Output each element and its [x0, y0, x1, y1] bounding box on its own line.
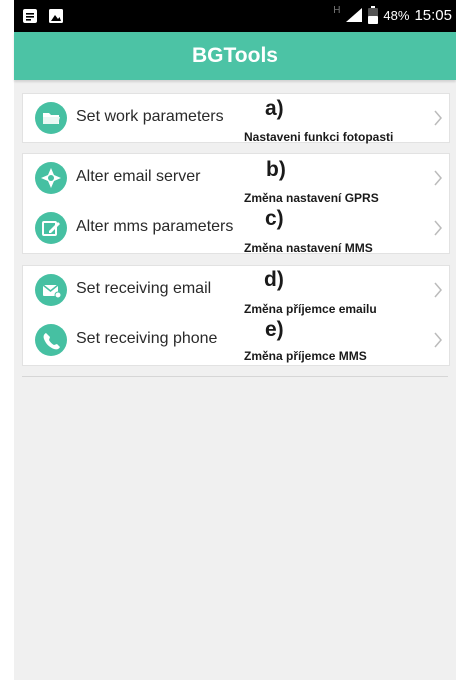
annotation-text-d: Změna příjemce emailu: [244, 302, 377, 316]
annotation-letter-d: d): [264, 268, 284, 291]
compass-icon: [35, 162, 67, 194]
menu-item-set-receiving-email[interactable]: Set receiving email: [23, 266, 449, 314]
menu-item-label: Set receiving email: [76, 280, 212, 297]
network-type-indicator: H: [333, 4, 341, 16]
chevron-right-icon: [434, 332, 442, 348]
annotation-text-b: Změna nastavení GPRS: [244, 191, 379, 205]
annotation-letter-e: e): [265, 318, 284, 341]
phone-screen: H 48% 15:05 BGTools Set work parameters …: [14, 0, 456, 680]
menu-item-alter-email-server[interactable]: Alter email server: [23, 154, 449, 202]
folder-icon: [35, 102, 67, 134]
menu-item-label: Alter mms parameters: [76, 218, 234, 235]
clock: 15:05: [414, 6, 452, 24]
app-bar: BGTools: [14, 32, 456, 80]
menu-card-server: Alter email server Alter mms parameters: [22, 153, 450, 254]
menu-item-set-receiving-phone[interactable]: Set receiving phone: [23, 316, 449, 364]
annotation-text-a: Nastaveni funkci fotopasti: [244, 130, 394, 144]
annotation-letter-b: b): [266, 158, 286, 181]
menu-card-receivers: Set receiving email Set receiving phone: [22, 265, 450, 366]
chevron-right-icon: [434, 282, 442, 298]
battery-percent: 48%: [383, 7, 410, 23]
list-divider: [22, 376, 448, 377]
menu-item-label: Alter email server: [76, 168, 201, 185]
image-icon: [49, 9, 63, 23]
signal-icon: [346, 8, 363, 22]
phone-icon: [35, 324, 67, 356]
menu-item-label: Set work parameters: [76, 108, 224, 125]
chevron-right-icon: [434, 110, 442, 126]
annotation-text-c: Změna nastavení MMS: [244, 241, 373, 255]
chevron-right-icon: [434, 220, 442, 236]
app-title: BGTools: [192, 44, 278, 67]
edit-icon: [35, 212, 67, 244]
annotation-letter-c: c): [265, 207, 284, 230]
annotation-text-e: Změna příjemce MMS: [244, 349, 367, 363]
menu-item-alter-mms-parameters[interactable]: Alter mms parameters: [23, 204, 449, 252]
notes-icon: [23, 9, 37, 23]
status-bar: H 48% 15:05: [14, 0, 456, 32]
battery-icon: [368, 6, 379, 24]
chevron-right-icon: [434, 170, 442, 186]
annotation-letter-a: a): [265, 97, 284, 120]
menu-item-label: Set receiving phone: [76, 330, 218, 347]
mail-icon: [35, 274, 67, 306]
